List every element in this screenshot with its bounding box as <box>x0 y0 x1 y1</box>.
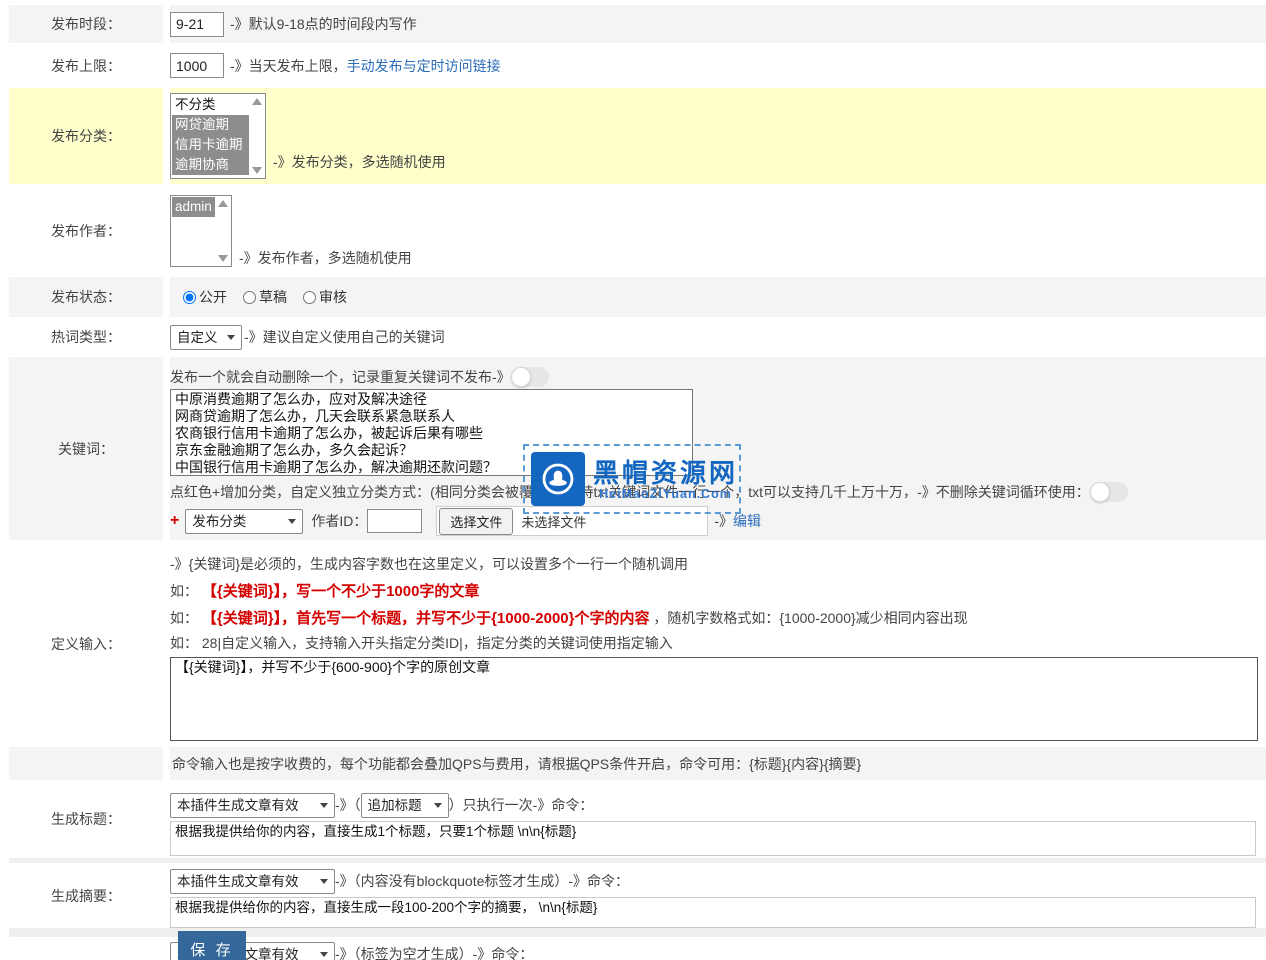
hotword-type-select[interactable]: 自定义 <box>170 325 242 350</box>
keyword-loop-toggle[interactable] <box>1090 482 1128 502</box>
add-category-icon[interactable]: + <box>170 512 179 530</box>
category-option[interactable]: 逾期协商 <box>172 155 249 175</box>
row-publish-status: 发布状态： 公开 草稿 审核 <box>9 277 1266 317</box>
scroll-down-icon[interactable] <box>218 255 228 262</box>
gen-title-append-select[interactable]: 追加标题 <box>361 793 449 818</box>
manual-publish-link[interactable]: 手动发布与定时访问链接 <box>347 56 501 76</box>
row-publish-limit: 发布上限： -》当天发布上限， 手动发布与定时访问链接 <box>9 43 1266 88</box>
radio-input-review[interactable] <box>303 291 316 304</box>
category-option[interactable]: 网贷逾期 <box>172 115 249 135</box>
keywords-label: 关键词： <box>9 357 163 540</box>
row-hotword-type: 热词类型： 自定义 -》建议自定义使用自己的关键词 <box>9 317 1266 357</box>
gen-abstract-mode-select[interactable]: 本插件生成文章有效 <box>170 869 335 894</box>
publish-limit-desc: -》当天发布上限， <box>230 56 347 76</box>
define-line2-red: 【{关键词}】，写一个不少于1000字的文章 <box>202 583 480 600</box>
row-keywords: 关键词： 黑帽资源网 HeiMaoZiYuan.Com 发布一个就会自动删除一个… <box>9 357 1266 540</box>
auto-delete-toggle[interactable] <box>511 367 549 387</box>
gen-title-mid: -》（ <box>335 795 361 815</box>
listbox-scrollbar[interactable] <box>215 196 231 266</box>
row-define-input: 定义输入： -》{关键词}是必须的，生成内容字数也在这里定义，可以设置多个一行一… <box>9 540 1266 747</box>
gen-tags-rest: -》（标签为空才生成）-》命令： <box>335 944 533 960</box>
author-id-input[interactable] <box>367 509 422 533</box>
kw-category-select[interactable]: 发布分类 <box>185 509 303 534</box>
row-publish-author: 发布作者： admin -》发布作者，多选随机使用 <box>9 184 1266 277</box>
auto-delete-note: 发布一个就会自动删除一个，记录重复关键词不发布-》 <box>170 367 511 387</box>
save-button[interactable]: 保 存 <box>178 931 246 960</box>
publish-limit-input[interactable] <box>170 53 224 78</box>
gen-title-label: 生成标题： <box>9 780 163 858</box>
gen-title-append-select-wrap: 追加标题 <box>361 793 449 818</box>
scroll-up-icon[interactable] <box>252 98 262 105</box>
define-line1: -》{关键词}是必须的，生成内容字数也在这里定义，可以设置多个一行一个随机调用 <box>170 554 1266 571</box>
author-id-label: 作者ID： <box>311 511 367 531</box>
file-none-text: 未选择文件 <box>521 512 586 531</box>
define-input-textarea[interactable]: 【{关键词}】，并写不少于{600-900}个字的原创文章 <box>170 657 1258 741</box>
publish-time-label: 发布时段： <box>9 5 163 43</box>
row-gen-title: 生成标题： 本插件生成文章有效 -》（ 追加标题 ）只执行一次-》命令： 根据我… <box>9 780 1266 858</box>
choose-file-button[interactable]: 选择文件 <box>439 508 513 535</box>
status-radio-public[interactable]: 公开 <box>183 287 227 307</box>
scroll-up-icon[interactable] <box>218 200 228 207</box>
plugin-settings-page: 发布时段： -》默认9-18点的时间段内写作 发布上限： -》当天发布上限， 手… <box>0 0 1266 960</box>
publish-author-desc: -》发布作者，多选随机使用 <box>239 248 412 268</box>
category-listbox[interactable]: 不分类 网贷逾期 信用卡逾期 逾期协商 <box>170 93 266 179</box>
file-upload-box: 选择文件 未选择文件 <box>436 506 708 536</box>
publish-time-desc: -》默认9-18点的时间段内写作 <box>230 14 417 34</box>
kw-category-select-wrap: 发布分类 <box>185 509 303 534</box>
command-note: 命令输入也是按字收费的，每个功能都会叠加QPS与费用，请根据QPS条件开启，命令… <box>170 754 861 774</box>
gen-title-mode-select[interactable]: 本插件生成文章有效 <box>170 793 335 818</box>
gen-abstract-mode-select-wrap: 本插件生成文章有效 <box>170 869 335 894</box>
gen-abstract-rest: -》（内容没有blockquote标签才生成）-》命令： <box>335 871 629 891</box>
publish-limit-label: 发布上限： <box>9 43 163 88</box>
keywords-textarea[interactable]: 中原消费逾期了怎么办，应对及解决途径 网商贷逾期了怎么办，几天会联系紧急联系人 … <box>170 389 693 476</box>
row-command-note: 命令输入也是按字收费的，每个功能都会叠加QPS与费用，请根据QPS条件开启，命令… <box>9 747 1266 780</box>
radio-input-draft[interactable] <box>243 291 256 304</box>
gen-abstract-command-textarea[interactable]: 根据我提供给你的内容，直接生成一段100-200个字的摘要， \n\n{标题} <box>170 897 1256 928</box>
author-option[interactable]: admin <box>172 197 215 217</box>
hotword-type-desc: -》建议自定义使用自己的关键词 <box>244 327 445 347</box>
define-line4: 如： 28|自定义输入，支持输入开头指定分类ID|，指定分类的关键词使用指定输入 <box>170 633 1266 650</box>
define-line3: 如： 【{关键词}】，首先写一个标题，并写不少于{1000-2000}个字的内容… <box>170 607 1266 626</box>
define-line3-red: 【{关键词}】，首先写一个标题，并写不少于{1000-2000}个字的内容 <box>202 610 650 627</box>
category-option[interactable]: 信用卡逾期 <box>172 135 249 155</box>
row-publish-time: 发布时段： -》默认9-18点的时间段内写作 <box>9 5 1266 43</box>
edit-arrow: -》 <box>714 511 733 531</box>
row-publish-category: 发布分类： 不分类 网贷逾期 信用卡逾期 逾期协商 -》发布分类，多选随机使用 <box>9 88 1266 184</box>
listbox-scrollbar[interactable] <box>249 94 265 178</box>
radio-input-public[interactable] <box>183 291 196 304</box>
keywords-note: 点红色+增加分类，自定义独立分类方式：(相同分类会被覆盖)，支持txt关键词文件… <box>170 482 917 502</box>
edit-link[interactable]: 编辑 <box>733 511 761 531</box>
publish-category-label: 发布分类： <box>9 88 163 184</box>
row-gen-abstract: 生成摘要： 本插件生成文章有效 -》（内容没有blockquote标签才生成）-… <box>9 863 1266 928</box>
hotword-type-select-wrap: 自定义 <box>170 325 242 350</box>
gen-title-command-textarea[interactable]: 根据我提供给你的内容，直接生成1个标题，只要1个标题 \n\n{标题} <box>170 821 1256 856</box>
category-option[interactable]: 不分类 <box>172 95 249 115</box>
gen-abstract-label: 生成摘要： <box>9 863 163 928</box>
publish-author-label: 发布作者： <box>9 184 163 277</box>
publish-category-desc: -》发布分类，多选随机使用 <box>273 152 446 172</box>
define-input-label: 定义输入： <box>9 540 163 747</box>
gen-title-rest: ）只执行一次-》命令： <box>449 795 594 815</box>
hotword-type-label: 热词类型： <box>9 317 163 357</box>
keywords-loop-note: -》不删除关键词循环使用： <box>917 482 1090 502</box>
publish-time-input[interactable] <box>170 12 224 37</box>
status-radio-draft[interactable]: 草稿 <box>243 287 287 307</box>
author-listbox[interactable]: admin <box>170 195 232 267</box>
scroll-down-icon[interactable] <box>252 167 262 174</box>
gen-title-mode-select-wrap: 本插件生成文章有效 <box>170 793 335 818</box>
publish-status-label: 发布状态： <box>9 277 163 317</box>
define-line2: 如： 【{关键词}】，写一个不少于1000字的文章 <box>170 580 1266 599</box>
define-line3-rest: ，随机字数格式如：{1000-2000}减少相同内容出现 <box>653 610 967 626</box>
status-radio-review[interactable]: 审核 <box>303 287 347 307</box>
